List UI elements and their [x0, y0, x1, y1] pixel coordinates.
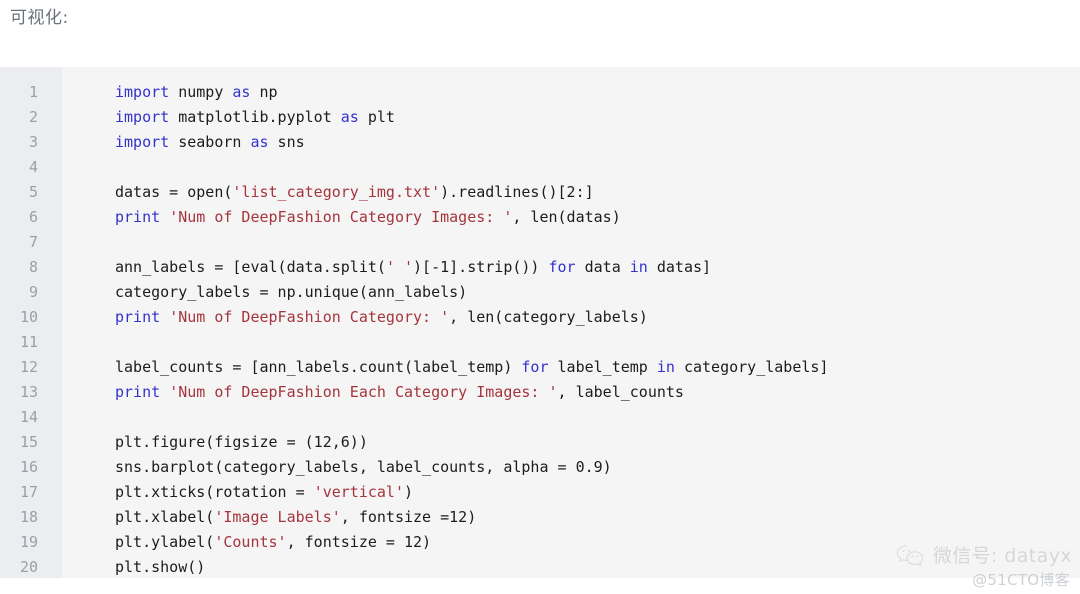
code-content[interactable]: import numpy as np import matplotlib.pypl… — [62, 67, 1080, 578]
code-token-kw: print — [115, 308, 161, 326]
code-token-kw: in — [656, 358, 675, 376]
code-line: import numpy as np — [115, 80, 1080, 105]
code-line: print 'Num of DeepFashion Each Category … — [115, 380, 1080, 405]
code-token-str: 'list_category_img.txt' — [232, 183, 441, 201]
code-token-pl: datas] — [647, 258, 712, 276]
code-token-pl: label_counts = [ann_labels.count(label_t… — [115, 358, 522, 376]
code-line: plt.ylabel('Counts', fontsize = 12) — [115, 530, 1080, 555]
line-number: 17 — [19, 483, 38, 501]
code-line: import seaborn as sns — [115, 130, 1080, 155]
code-line: sns.barplot(category_labels, label_count… — [115, 455, 1080, 480]
code-token-kw: as — [250, 133, 269, 151]
code-token-kw: as — [232, 83, 251, 101]
code-token-pl: numpy — [169, 83, 233, 101]
code-token-pl: , label_counts — [557, 383, 684, 401]
line-number: 10 — [19, 308, 38, 326]
code-token-pl: plt — [358, 108, 395, 126]
line-number: 13 — [19, 383, 38, 401]
code-line: ann_labels = [eval(data.split(' ')[-1].s… — [115, 255, 1080, 280]
code-token-pl: , len(category_labels) — [449, 308, 648, 326]
line-number: 5 — [28, 183, 38, 201]
code-token-str: 'Counts' — [214, 533, 287, 551]
code-line: print 'Num of DeepFashion Category: ', l… — [115, 305, 1080, 330]
line-number: 6 — [28, 208, 38, 226]
code-token-pl: category_labels = np.unique(ann_labels) — [115, 283, 468, 301]
code-token-kw: in — [629, 258, 648, 276]
code-token-pl: , fontsize = 12) — [286, 533, 432, 551]
line-number: 9 — [28, 283, 38, 301]
code-token-kw: import — [115, 108, 170, 126]
code-token-pl: plt.xticks(rotation = — [115, 483, 314, 501]
code-line: datas = open('list_category_img.txt').re… — [115, 180, 1080, 205]
code-token-pl: category_labels] — [674, 358, 829, 376]
code-token-pl: ann_labels = [eval(data.split( — [115, 258, 386, 276]
code-token-str: 'vertical' — [313, 483, 404, 501]
line-number: 4 — [28, 158, 38, 176]
line-number-gutter: 1 2 3 4 5 6 7 8 9 10 11 12 13 14 15 16 17 18 19 20 — [0, 67, 62, 578]
line-number: 8 — [28, 258, 38, 276]
code-token-pl: sns.barplot(category_labels, label_count… — [115, 458, 612, 476]
line-number: 14 — [19, 408, 38, 426]
code-line: print 'Num of DeepFashion Category Image… — [115, 205, 1080, 230]
code-token-pl: sns — [268, 133, 305, 151]
code-line: plt.figure(figsize = (12,6)) — [115, 430, 1080, 455]
code-token-pl: matplotlib.pyplot — [169, 108, 341, 126]
code-token-pl: , fontsize =12) — [340, 508, 477, 526]
code-token-kw: print — [115, 208, 161, 226]
line-number: 18 — [19, 508, 38, 526]
code-token-kw: print — [115, 383, 161, 401]
code-line: category_labels = np.unique(ann_labels) — [115, 280, 1080, 305]
line-number: 3 — [28, 133, 38, 151]
code-token-pl: , len(datas) — [512, 208, 621, 226]
code-token-kw: for — [521, 358, 549, 376]
code-token-kw: as — [340, 108, 359, 126]
code-token-pl: data — [575, 258, 630, 276]
code-token-kw: for — [548, 258, 576, 276]
line-number: 1 — [28, 83, 38, 101]
code-token-pl: np — [250, 83, 278, 101]
line-number: 12 — [19, 358, 38, 376]
code-line: plt.xticks(rotation = 'vertical') — [115, 480, 1080, 505]
code-token-kw: import — [115, 133, 170, 151]
code-token-pl: seaborn — [169, 133, 251, 151]
code-token-pl: plt.xlabel( — [115, 508, 215, 526]
code-line: plt.xlabel('Image Labels', fontsize =12) — [115, 505, 1080, 530]
code-token-pl: plt.figure(figsize = (12,6)) — [115, 433, 368, 451]
line-number: 11 — [19, 333, 38, 351]
line-number: 15 — [19, 433, 38, 451]
code-token-str: 'Num of DeepFashion Category Images: ' — [169, 208, 513, 226]
code-token-str: 'Num of DeepFashion Each Category Images… — [169, 383, 558, 401]
line-number: 2 — [28, 108, 38, 126]
code-token-pl: datas = open( — [115, 183, 233, 201]
code-line: label_counts = [ann_labels.count(label_t… — [115, 355, 1080, 380]
code-token-str: ' ' — [385, 258, 414, 276]
code-token-pl: ) — [404, 483, 414, 501]
code-line: plt.show() — [115, 555, 1080, 578]
code-line: import matplotlib.pyplot as plt — [115, 105, 1080, 130]
code-token-pl: plt.show() — [115, 558, 206, 576]
code-token-pl: plt.ylabel( — [115, 533, 215, 551]
code-token-pl: ).readlines()[2:] — [440, 183, 594, 201]
line-number: 20 — [19, 558, 38, 576]
code-block: 1 2 3 4 5 6 7 8 9 10 11 12 13 14 15 16 17 18 19 20 import n… — [0, 67, 1080, 578]
code-token-pl: label_temp — [548, 358, 657, 376]
code-token-str: 'Num of DeepFashion Category: ' — [169, 308, 450, 326]
code-token-kw: import — [115, 83, 170, 101]
page-title: 可视化: — [10, 8, 69, 28]
line-number: 19 — [19, 533, 38, 551]
line-number: 16 — [19, 458, 38, 476]
line-number: 7 — [28, 233, 38, 251]
code-token-str: 'Image Labels' — [214, 508, 341, 526]
code-token-pl: )[-1].strip()) — [413, 258, 549, 276]
